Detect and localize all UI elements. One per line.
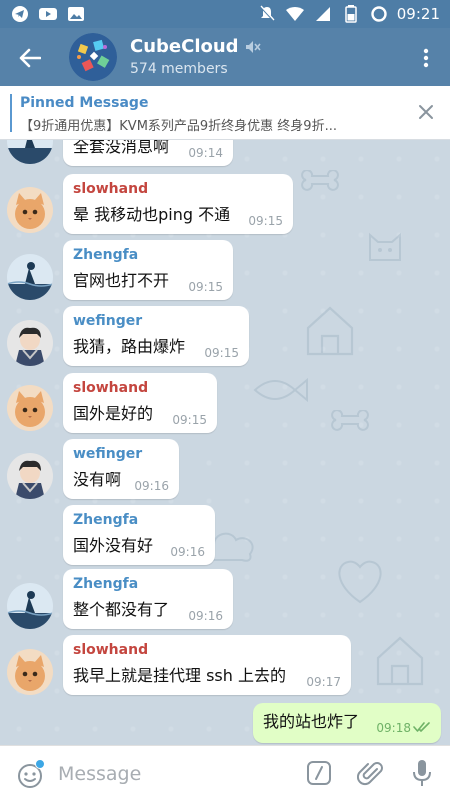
doghouse-doodle-icon bbox=[306, 306, 354, 356]
message-bubble[interactable]: wefinger 我猜，路由爆炸 09:15 bbox=[63, 306, 249, 366]
arrow-back-icon bbox=[19, 48, 41, 68]
battery-icon bbox=[341, 4, 361, 24]
message-time: 09:17 bbox=[306, 675, 341, 689]
paperclip-icon bbox=[356, 762, 383, 786]
bot-command-button[interactable] bbox=[306, 760, 332, 786]
chat-header: CubeCloud 574 members bbox=[0, 28, 450, 86]
message-bubble[interactable]: Zhengfa 国外没有好 09:16 bbox=[63, 505, 215, 565]
close-pinned-button[interactable] bbox=[416, 102, 436, 122]
heart-doodle-icon bbox=[338, 560, 382, 604]
bone-doodle-icon bbox=[301, 170, 339, 191]
wifi-icon bbox=[285, 4, 305, 24]
chat-title[interactable]: CubeCloud bbox=[130, 36, 261, 57]
pinned-accent-bar bbox=[10, 94, 12, 132]
sender-name[interactable]: Zhengfa bbox=[73, 511, 205, 529]
chat-title-text: CubeCloud bbox=[130, 36, 239, 57]
message-time: 09:14 bbox=[188, 146, 223, 160]
message-bubble[interactable]: slowhand 我早上就是挂代理 ssh 上去的 09:17 bbox=[63, 635, 351, 695]
back-button[interactable] bbox=[14, 42, 46, 74]
voice-record-button[interactable] bbox=[410, 758, 434, 788]
avatar-wefinger[interactable] bbox=[7, 453, 53, 499]
message-time: 09:15 bbox=[172, 413, 207, 427]
pinned-text: 【9折通用优惠】KVM系列产品9折终身优惠 终身9折... bbox=[20, 119, 337, 134]
avatar-slowhand[interactable] bbox=[7, 649, 53, 695]
group-avatar[interactable] bbox=[69, 33, 117, 81]
more-vertical-icon bbox=[423, 48, 429, 68]
youtube-notification-icon bbox=[38, 4, 58, 24]
signal-icon bbox=[313, 4, 333, 24]
message-text: 我早上就是挂代理 ssh 上去的 bbox=[73, 666, 286, 685]
message-time: 09:18 bbox=[376, 721, 411, 735]
status-bar: 09:21 bbox=[0, 0, 450, 28]
message-bubble[interactable]: Zhengfa 整个都没有了 09:16 bbox=[63, 569, 233, 629]
status-time: 09:21 bbox=[396, 5, 440, 23]
avatar-zhengfa[interactable] bbox=[7, 140, 53, 164]
sender-name[interactable]: slowhand bbox=[73, 641, 341, 659]
sender-name[interactable]: wefinger bbox=[73, 445, 169, 463]
message-bubble[interactable]: slowhand 国外是好的 09:15 bbox=[63, 373, 217, 433]
message-time: 09:15 bbox=[188, 280, 223, 294]
more-options-button[interactable] bbox=[414, 44, 438, 72]
unread-indicator bbox=[35, 759, 45, 769]
sender-name[interactable]: wefinger bbox=[73, 312, 239, 330]
avatar-wefinger[interactable] bbox=[7, 320, 53, 366]
sender-name[interactable]: Zhengfa bbox=[73, 246, 223, 264]
sync-icon bbox=[369, 4, 389, 24]
message-text: 我的站也炸了 bbox=[262, 712, 359, 731]
sender-name[interactable]: Zhengfa bbox=[73, 575, 223, 593]
pinned-message-bar[interactable]: Pinned Message 【9折通用优惠】KVM系列产品9折终身优惠 终身9… bbox=[0, 86, 450, 140]
close-icon bbox=[419, 105, 433, 119]
avatar-slowhand[interactable] bbox=[7, 385, 53, 431]
message-bubble[interactable]: 全套没消息啊 09:14 bbox=[63, 140, 233, 166]
member-count: 574 members bbox=[130, 61, 228, 77]
bone-doodle-icon bbox=[331, 410, 369, 431]
double-check-read-icon bbox=[413, 722, 430, 732]
message-bubble[interactable]: wefinger 没有啊 09:16 bbox=[63, 439, 179, 499]
microphone-icon bbox=[413, 760, 431, 786]
slash-command-icon bbox=[307, 761, 331, 785]
mute-notifications-icon bbox=[257, 4, 277, 24]
sender-name[interactable]: slowhand bbox=[73, 180, 283, 198]
message-time: 09:15 bbox=[248, 214, 283, 228]
attach-button[interactable] bbox=[356, 760, 385, 788]
message-input[interactable] bbox=[58, 762, 288, 786]
message-time: 09:15 bbox=[204, 346, 239, 360]
message-text: 全套没消息啊 bbox=[73, 140, 170, 156]
image-notification-icon bbox=[66, 4, 86, 24]
avatar-zhengfa[interactable] bbox=[7, 583, 53, 629]
message-list[interactable]: 全套没消息啊 09:14 slowhand 晕 我移动也ping 不通 09:1… bbox=[0, 140, 450, 745]
cat-doodle-icon bbox=[369, 232, 401, 261]
message-bubble[interactable]: slowhand 晕 我移动也ping 不通 09:15 bbox=[63, 174, 293, 234]
fish-doodle-icon bbox=[253, 377, 308, 403]
doghouse-doodle-icon bbox=[376, 636, 424, 686]
avatar-zhengfa[interactable] bbox=[7, 254, 53, 300]
message-time: 09:16 bbox=[134, 479, 169, 493]
telegram-notification-icon bbox=[10, 4, 30, 24]
muted-speaker-icon bbox=[245, 40, 261, 53]
message-bubble[interactable]: Zhengfa 官网也打不开 09:15 bbox=[63, 240, 233, 300]
pinned-title: Pinned Message bbox=[20, 95, 149, 111]
composer bbox=[0, 745, 450, 800]
message-time: 09:16 bbox=[170, 545, 205, 559]
sender-name[interactable]: slowhand bbox=[73, 379, 207, 397]
message-time: 09:16 bbox=[188, 609, 223, 623]
avatar-slowhand[interactable] bbox=[7, 187, 53, 233]
outgoing-message-bubble[interactable]: 我的站也炸了 09:18 bbox=[252, 703, 441, 743]
